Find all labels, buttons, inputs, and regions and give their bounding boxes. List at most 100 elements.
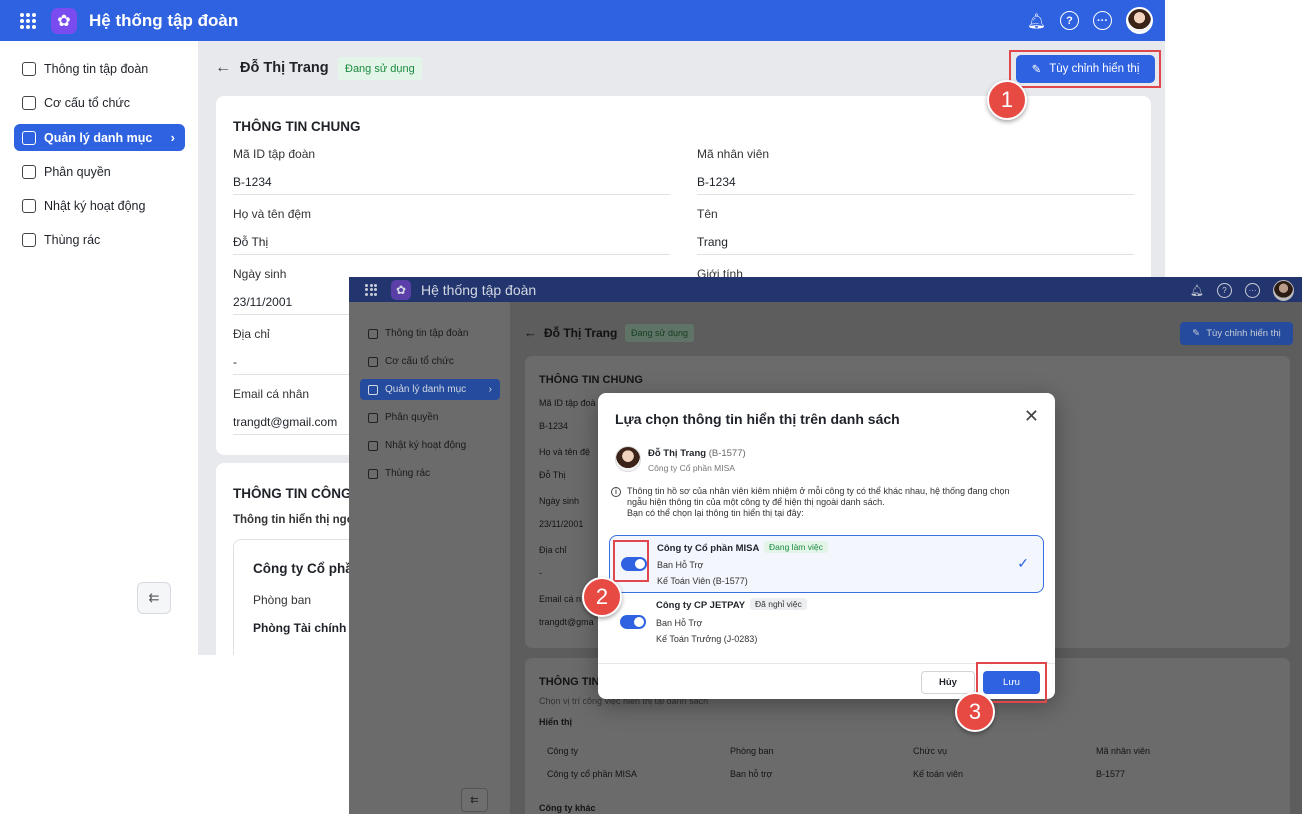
company-name: Công ty Cổ phầ <box>253 561 353 576</box>
step-badge-2: 2 <box>582 577 622 617</box>
trash-icon <box>22 232 36 247</box>
display-toggle[interactable] <box>620 615 646 629</box>
field-value: trangdt@gmail.com <box>233 415 338 429</box>
field-value: Trang <box>697 235 728 249</box>
close-icon[interactable]: ✕ <box>1024 406 1039 427</box>
sidebar-item-group-info[interactable]: Thông tin tập đoàn <box>14 55 185 82</box>
general-info-title: THÔNG TIN CHUNG <box>539 374 643 386</box>
sidebar-item-history[interactable]: Nhật ký hoạt động <box>360 435 500 456</box>
field-value: B-1234 <box>233 175 272 189</box>
overlay-app-title: Hệ thống tập đoàn <box>421 281 537 298</box>
field-label: Họ và tên đệm <box>233 207 312 221</box>
sidebar-item-permission[interactable]: Phân quyền <box>360 407 500 428</box>
overlay-sidebar: Thông tin tập đoàn Cơ cấu tổ chức Quản l… <box>349 302 510 814</box>
avatar <box>615 446 641 472</box>
field-label: Ngày sinh <box>539 496 580 506</box>
other-company-label: Công ty khác <box>539 803 596 813</box>
highlight-step-1 <box>1009 50 1161 88</box>
sidebar-item-permission[interactable]: Phân quyền <box>14 158 185 185</box>
field-label: Địa chỉ <box>539 545 567 555</box>
collapse-sidebar-icon[interactable]: ⇇ <box>461 788 488 812</box>
field-label: Họ và tên đệ <box>539 447 591 457</box>
collapse-sidebar-icon[interactable]: ⇇ <box>137 582 171 614</box>
option-dept: Ban Hỗ Trợ <box>657 560 704 570</box>
org-chart-icon <box>368 356 378 367</box>
option-position: Kế Toán Trưởng (J-0283) <box>656 634 758 644</box>
modal-title: Lựa chọn thông tin hiển thị trên danh sá… <box>615 411 900 427</box>
field-value: trangdt@gma <box>539 617 594 627</box>
field-label: Địa chỉ <box>233 327 270 341</box>
sidebar-item-org-structure[interactable]: Cơ cấu tổ chức <box>360 351 500 372</box>
field-value: - <box>233 355 237 369</box>
history-icon <box>22 198 36 213</box>
dept-label: Phòng ban <box>253 593 312 607</box>
catalog-icon <box>22 130 36 145</box>
field-value: 23/11/2001 <box>539 519 584 529</box>
back-arrow-icon[interactable]: ← <box>524 325 537 340</box>
app-grid-icon[interactable] <box>20 12 36 29</box>
home-icon <box>368 328 378 339</box>
table-cell: Kế toán viên <box>913 769 964 779</box>
dept-value: Phòng Tài chính - <box>253 621 354 635</box>
sidebar-item-catalog[interactable]: Quản lý danh mục › <box>360 379 500 400</box>
help-icon[interactable]: ? <box>1060 11 1079 30</box>
bell-icon[interactable]: 🔔︎ <box>1027 12 1046 30</box>
app-logo-icon: ✿ <box>51 7 77 34</box>
back-arrow-icon[interactable]: ← <box>215 59 231 77</box>
bell-icon[interactable]: 🔔︎ <box>1190 284 1204 297</box>
avatar[interactable] <box>1273 280 1294 301</box>
app-logo-icon: ✿ <box>391 279 411 300</box>
status-badge: Đang làm việc <box>764 541 828 553</box>
avatar[interactable] <box>1126 7 1153 34</box>
overlay-screen: ✿ Hệ thống tập đoàn 🔔︎ ? ··· Thông tin t… <box>349 277 1302 814</box>
pencil-icon: ✎ <box>1192 328 1201 339</box>
more-icon[interactable]: ··· <box>1093 11 1112 30</box>
cancel-button[interactable]: Hủy <box>921 671 975 694</box>
overlay-top-bar: ✿ Hệ thống tập đoàn 🔔︎ ? ··· <box>349 277 1302 302</box>
more-icon[interactable]: ··· <box>1245 283 1260 298</box>
sidebar-item-history[interactable]: Nhật ký hoạt động <box>14 192 185 219</box>
field-label: Mã ID tập đoà <box>539 398 596 408</box>
field-value: 23/11/2001 <box>233 295 293 309</box>
field-label: Email cá n <box>539 594 582 604</box>
info-icon: i <box>611 487 621 497</box>
company-option[interactable]: Công ty CP JETPAY Đã nghỉ việc Ban Hỗ Tr… <box>609 595 1044 653</box>
field-label: Mã ID tập đoàn <box>233 147 316 161</box>
divider <box>233 254 670 255</box>
field-label: Ngày sinh <box>233 267 287 281</box>
sidebar-item-catalog[interactable]: Quản lý danh mục › <box>14 124 185 151</box>
home-icon <box>22 61 36 76</box>
field-label: Email cá nhân <box>233 387 310 401</box>
check-icon: ✓ <box>1017 555 1029 571</box>
table-cell: Ban hỗ trợ <box>730 769 773 779</box>
show-label: Hiển thị <box>539 717 572 727</box>
sidebar: Thông tin tập đoàn Cơ cấu tổ chức Quản l… <box>0 41 198 655</box>
employee-name: Đỗ Thị Trang <box>240 60 329 76</box>
table-cell: Công ty cổ phần MISA <box>547 769 638 779</box>
field-value: B-1234 <box>697 175 736 189</box>
work-info-subtitle: Thông tin hiển thị ngo <box>233 514 354 526</box>
chevron-right-icon: › <box>170 130 175 145</box>
divider <box>697 194 1134 195</box>
company-option-selected[interactable]: Công ty Cổ phần MISA Đang làm việc Ban H… <box>609 535 1044 593</box>
catalog-icon <box>368 384 378 395</box>
sidebar-item-group-info[interactable]: Thông tin tập đoàn <box>360 323 500 344</box>
chevron-right-icon: › <box>488 384 492 395</box>
org-chart-icon <box>22 95 36 110</box>
modal-info-text: Thông tin hồ sơ của nhân viên kiêm nhiệm… <box>627 486 1010 518</box>
field-value: - <box>539 568 542 578</box>
table-header: Phòng ban <box>730 746 774 756</box>
field-label: Mã nhân viên <box>697 147 770 161</box>
table-header: Chức vụ <box>913 746 948 756</box>
sidebar-item-trash[interactable]: Thùng rác <box>360 463 500 484</box>
table-cell: B-1577 <box>1096 769 1126 779</box>
field-value: B-1234 <box>539 421 569 431</box>
sidebar-item-org-structure[interactable]: Cơ cấu tổ chức <box>14 89 185 116</box>
display-settings-modal: Lựa chọn thông tin hiển thị trên danh sá… <box>598 393 1055 699</box>
help-icon[interactable]: ? <box>1217 283 1232 298</box>
sidebar-item-trash[interactable]: Thùng rác <box>14 226 185 253</box>
employee-name: Đỗ Thị Trang <box>544 326 618 340</box>
customize-display-button[interactable]: ✎ Tùy chỉnh hiển thị <box>1180 322 1293 345</box>
top-bar: ✿ Hệ thống tập đoàn 🔔︎ ? ··· <box>0 0 1165 41</box>
app-grid-icon[interactable] <box>365 283 377 296</box>
